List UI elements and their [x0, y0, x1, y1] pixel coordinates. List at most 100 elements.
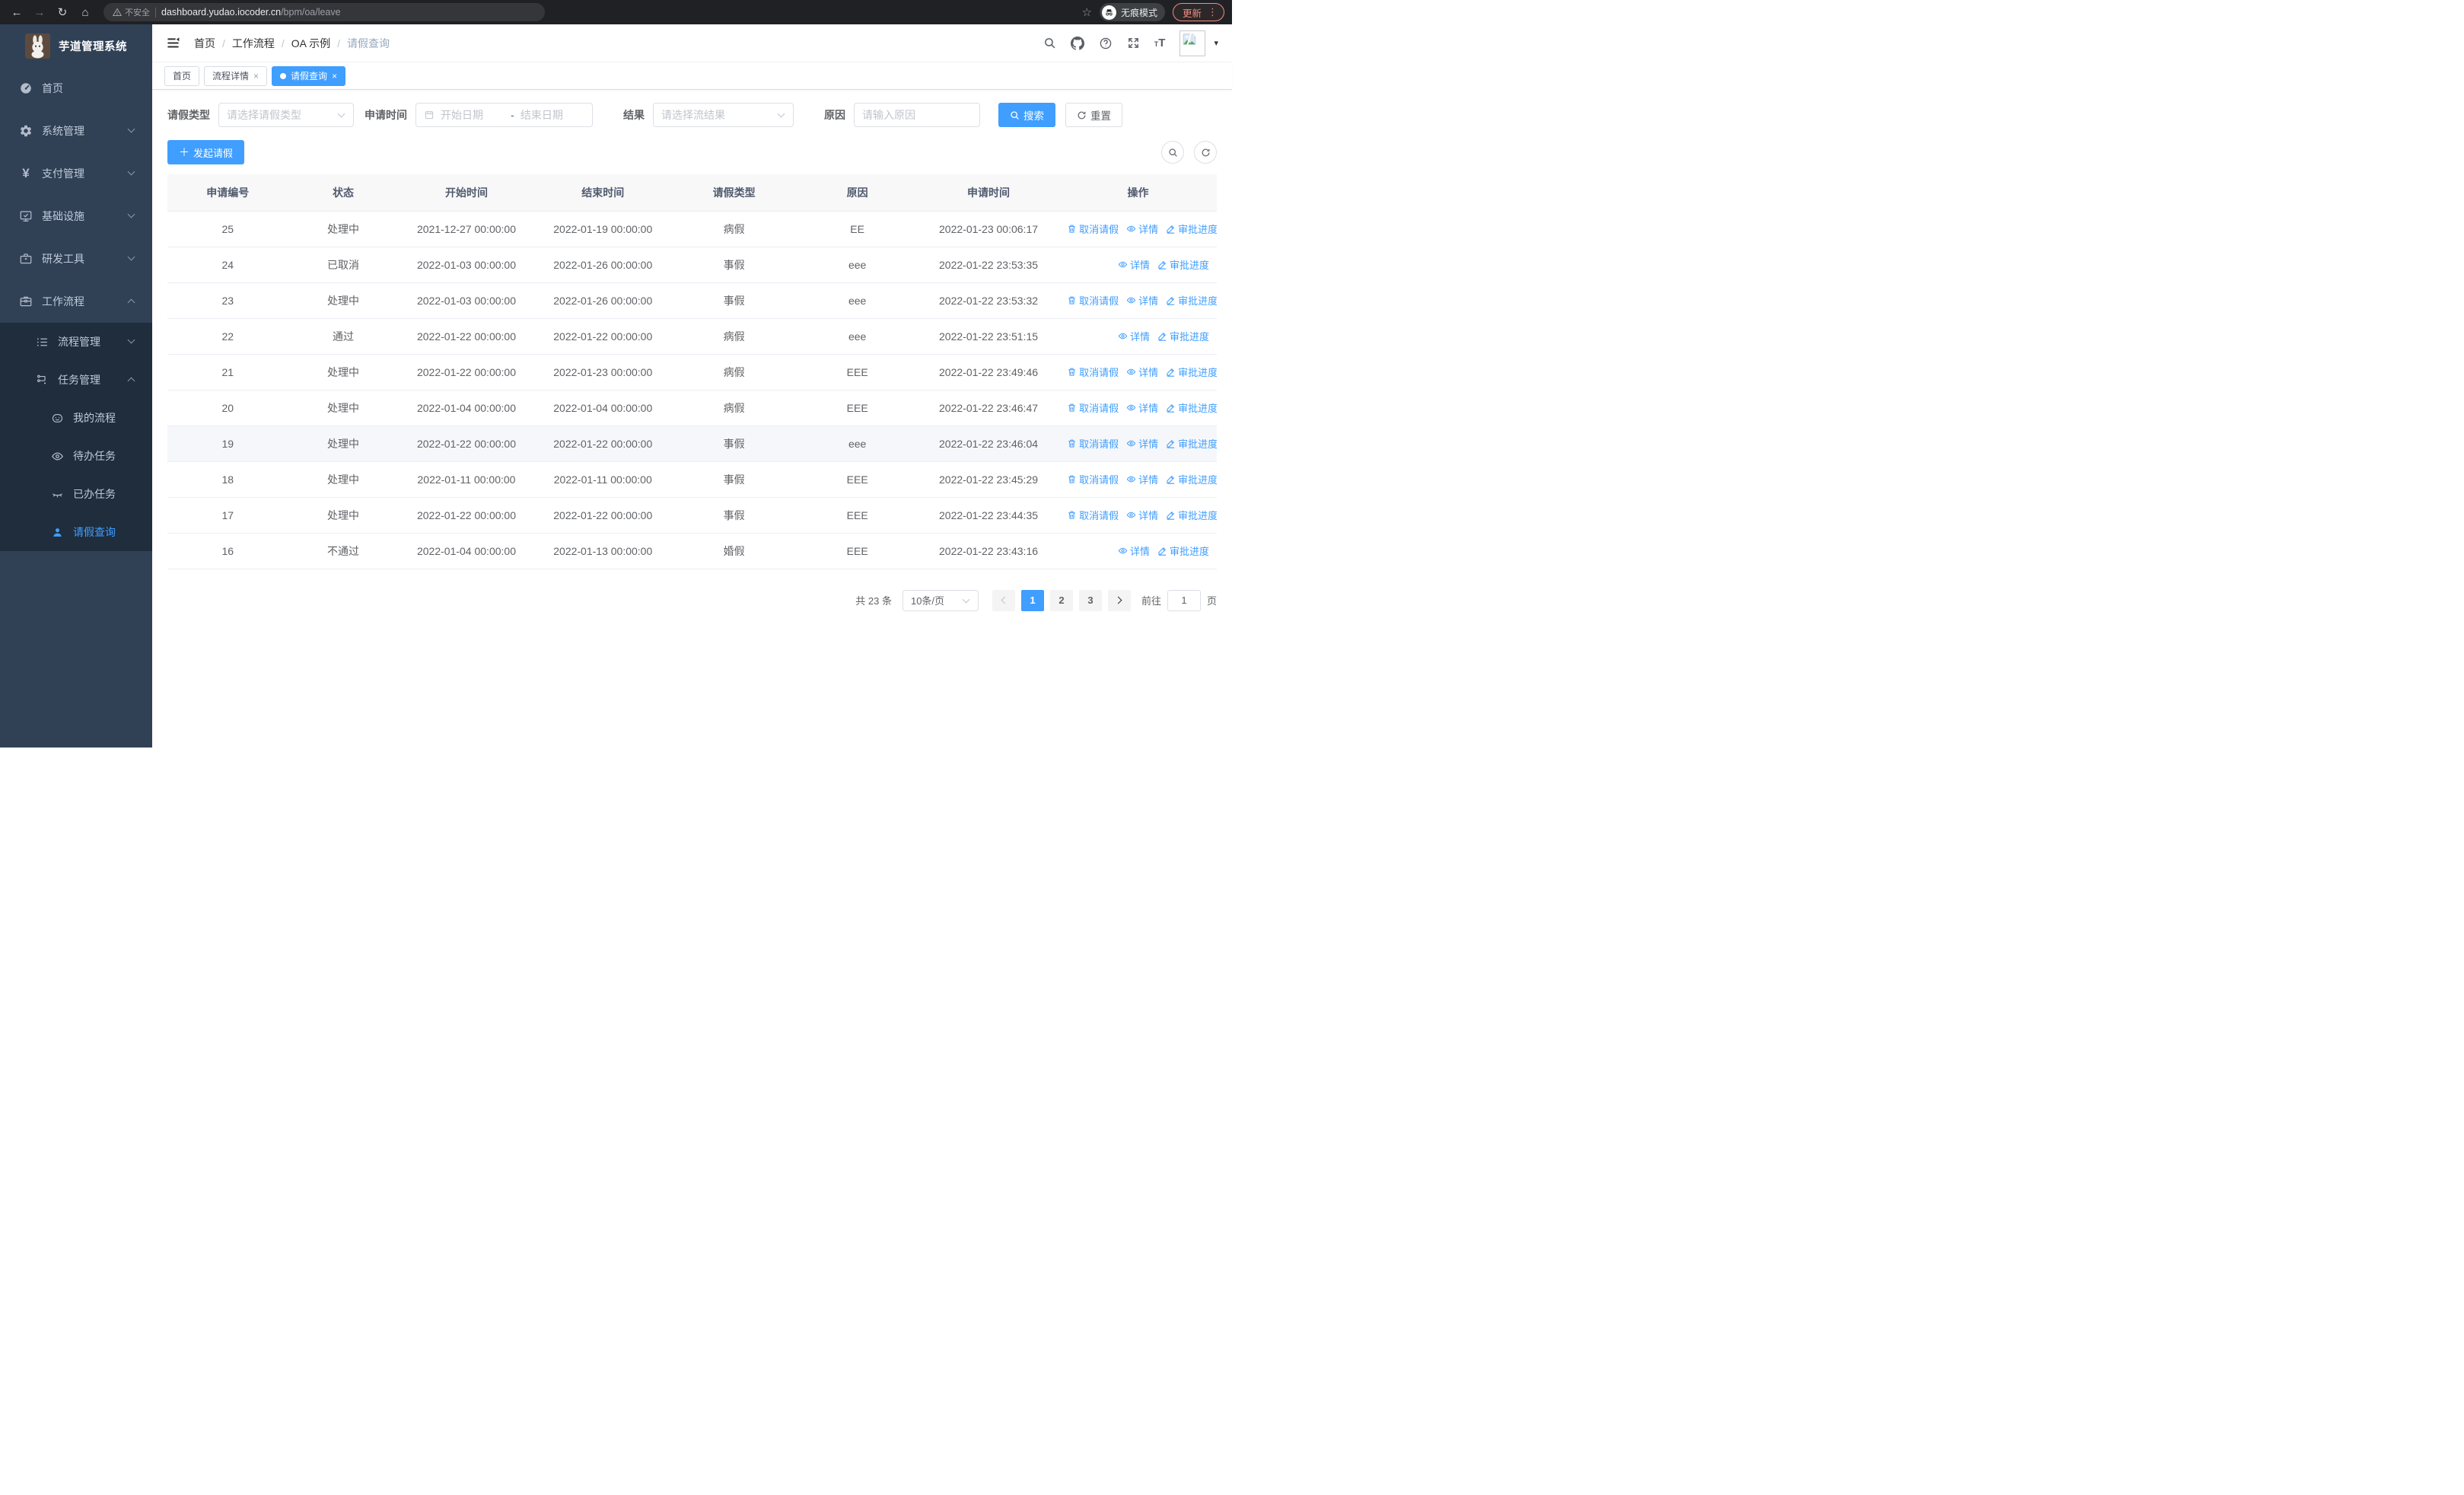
detail-action-link[interactable]: 详情 — [1118, 543, 1150, 558]
bookmark-star-icon[interactable]: ☆ — [1082, 5, 1092, 19]
leave-type-cell: 事假 — [670, 426, 797, 462]
home-icon[interactable]: ⌂ — [76, 3, 94, 21]
next-page-button[interactable] — [1107, 589, 1131, 611]
tab-home[interactable]: 首页 — [164, 65, 200, 86]
cancel-action-link[interactable]: 取消请假 — [1067, 293, 1119, 308]
reload-icon[interactable]: ↻ — [53, 3, 72, 21]
reason-input[interactable]: 请输入原因 — [854, 103, 980, 127]
page-button-1[interactable]: 1 — [1020, 589, 1044, 611]
sidebar-item-leave-query[interactable]: 请假查询 — [0, 513, 152, 551]
edit-icon — [1166, 510, 1176, 520]
detail-action-link[interactable]: 详情 — [1126, 436, 1158, 451]
page-button-3[interactable]: 3 — [1078, 589, 1102, 611]
progress-action-link[interactable]: 审批进度 — [1166, 365, 1217, 379]
sidebar-item-done-tasks[interactable]: 已办任务 — [0, 475, 152, 513]
reset-button[interactable]: 重置 — [1065, 103, 1122, 127]
sidebar-item-task-management[interactable]: 任务管理 — [0, 361, 152, 399]
pagination: 共 23 条 10条/页 1 2 3 前往 1 页 — [167, 589, 1217, 611]
apply-time-cell: 2022-01-22 23:44:35 — [917, 497, 1060, 534]
sidebar-item-system[interactable]: 系统管理 — [0, 110, 152, 152]
end-time-cell: 2022-01-19 00:00:00 — [534, 210, 671, 247]
cancel-action-link[interactable]: 取消请假 — [1067, 472, 1119, 486]
not-secure-badge[interactable]: 不安全 — [113, 6, 150, 18]
table-header-row: 申请编号 状态 开始时间 结束时间 请假类型 原因 申请时间 操作 — [167, 174, 1217, 211]
cancel-action-link[interactable]: 取消请假 — [1067, 436, 1119, 451]
user-avatar[interactable] — [1179, 30, 1206, 56]
cancel-action-link[interactable]: 取消请假 — [1067, 365, 1119, 379]
font-size-icon[interactable]: TT — [1154, 37, 1166, 49]
app-logo[interactable]: 芋道管理系统 — [0, 24, 152, 67]
create-leave-button[interactable]: ＋ 发起请假 — [167, 140, 245, 164]
end-date-input[interactable]: 结束日期 — [520, 107, 584, 123]
progress-action-link[interactable]: 审批进度 — [1166, 508, 1217, 522]
detail-action-link[interactable]: 详情 — [1126, 400, 1158, 415]
close-icon[interactable]: × — [253, 71, 259, 81]
calendar-icon — [425, 110, 434, 120]
start-time-cell: 2022-01-22 00:00:00 — [398, 354, 535, 390]
page-button-2[interactable]: 2 — [1049, 589, 1073, 611]
detail-action-link[interactable]: 详情 — [1126, 293, 1158, 308]
tab-process-detail[interactable]: 流程详情 × — [204, 65, 268, 86]
detail-action-link[interactable]: 详情 — [1126, 508, 1158, 522]
eye-icon — [1118, 260, 1128, 269]
cancel-action-link[interactable]: 取消请假 — [1067, 222, 1119, 236]
sidebar-item-dev-tools[interactable]: 研发工具 — [0, 237, 152, 280]
toggle-search-button[interactable] — [1161, 141, 1184, 164]
detail-action-link[interactable]: 详情 — [1126, 222, 1158, 236]
col-reason: 原因 — [797, 174, 918, 211]
sidebar-item-home[interactable]: 首页 — [0, 67, 152, 110]
avatar-dropdown-caret[interactable]: ▾ — [1214, 38, 1218, 48]
prev-page-button[interactable] — [992, 589, 1015, 611]
progress-action-link[interactable]: 审批进度 — [1157, 543, 1209, 558]
reason-cell: EEE — [797, 461, 918, 498]
breadcrumb-workflow[interactable]: 工作流程 — [232, 36, 275, 51]
browser-menu-icon[interactable]: ⋮ — [1208, 6, 1218, 18]
progress-action-link[interactable]: 审批进度 — [1157, 329, 1209, 343]
sidebar-collapse-icon[interactable] — [166, 36, 180, 50]
back-icon[interactable]: ← — [8, 3, 26, 21]
cancel-action-link[interactable]: 取消请假 — [1067, 508, 1119, 522]
detail-action-link[interactable]: 详情 — [1126, 365, 1158, 379]
progress-action-link[interactable]: 审批进度 — [1166, 436, 1217, 451]
tab-leave-query[interactable]: 请假查询 × — [272, 65, 346, 86]
progress-action-link[interactable]: 审批进度 — [1166, 472, 1217, 486]
sidebar-item-infrastructure[interactable]: 基础设施 — [0, 195, 152, 237]
sidebar-item-workflow[interactable]: 工作流程 — [0, 280, 152, 323]
cancel-action-link[interactable]: 取消请假 — [1067, 400, 1119, 415]
breadcrumb-home[interactable]: 首页 — [194, 36, 215, 51]
end-time-cell: 2022-01-26 00:00:00 — [534, 282, 671, 319]
chevron-down-icon — [127, 253, 135, 261]
progress-action-link[interactable]: 审批进度 — [1166, 400, 1217, 415]
refresh-table-button[interactable] — [1194, 141, 1217, 164]
result-select[interactable]: 请选择流结果 — [653, 103, 794, 127]
forward-icon[interactable]: → — [30, 3, 49, 21]
page-size-select[interactable]: 10条/页 — [902, 589, 979, 611]
progress-action-link[interactable]: 审批进度 — [1157, 257, 1209, 272]
apply-time-range-picker[interactable]: 开始日期 - 结束日期 — [415, 103, 593, 127]
col-request-id: 申请编号 — [167, 174, 288, 211]
fullscreen-icon[interactable] — [1127, 37, 1140, 49]
github-icon[interactable] — [1070, 36, 1084, 50]
search-icon[interactable] — [1043, 37, 1056, 49]
url-bar[interactable]: 不安全 dashboard.yudao.iocoder.cn/bpm/oa/le… — [103, 3, 545, 21]
toolbox-icon — [19, 252, 33, 266]
leave-type-cell: 病假 — [670, 210, 797, 247]
leave-type-select[interactable]: 请选择请假类型 — [218, 103, 354, 127]
sidebar-item-payment[interactable]: ¥ 支付管理 — [0, 152, 152, 195]
leave-type-cell: 事假 — [670, 282, 797, 319]
detail-action-link[interactable]: 详情 — [1118, 329, 1150, 343]
close-icon[interactable]: × — [332, 71, 337, 81]
detail-action-link[interactable]: 详情 — [1118, 257, 1150, 272]
detail-action-link[interactable]: 详情 — [1126, 472, 1158, 486]
progress-action-link[interactable]: 审批进度 — [1166, 222, 1217, 236]
update-button[interactable]: 更新 ⋮ — [1172, 3, 1224, 21]
breadcrumb-oa-example[interactable]: OA 示例 — [291, 36, 330, 51]
sidebar-item-todo-tasks[interactable]: 待办任务 — [0, 437, 152, 475]
sidebar-item-process-management[interactable]: 流程管理 — [0, 323, 152, 361]
search-button[interactable]: 搜索 — [998, 103, 1055, 127]
progress-action-link[interactable]: 审批进度 — [1166, 293, 1217, 308]
goto-page-input[interactable]: 1 — [1167, 589, 1201, 611]
start-date-input[interactable]: 开始日期 — [441, 107, 505, 123]
help-icon[interactable] — [1099, 37, 1113, 50]
sidebar-item-my-process[interactable]: 我的流程 — [0, 399, 152, 437]
